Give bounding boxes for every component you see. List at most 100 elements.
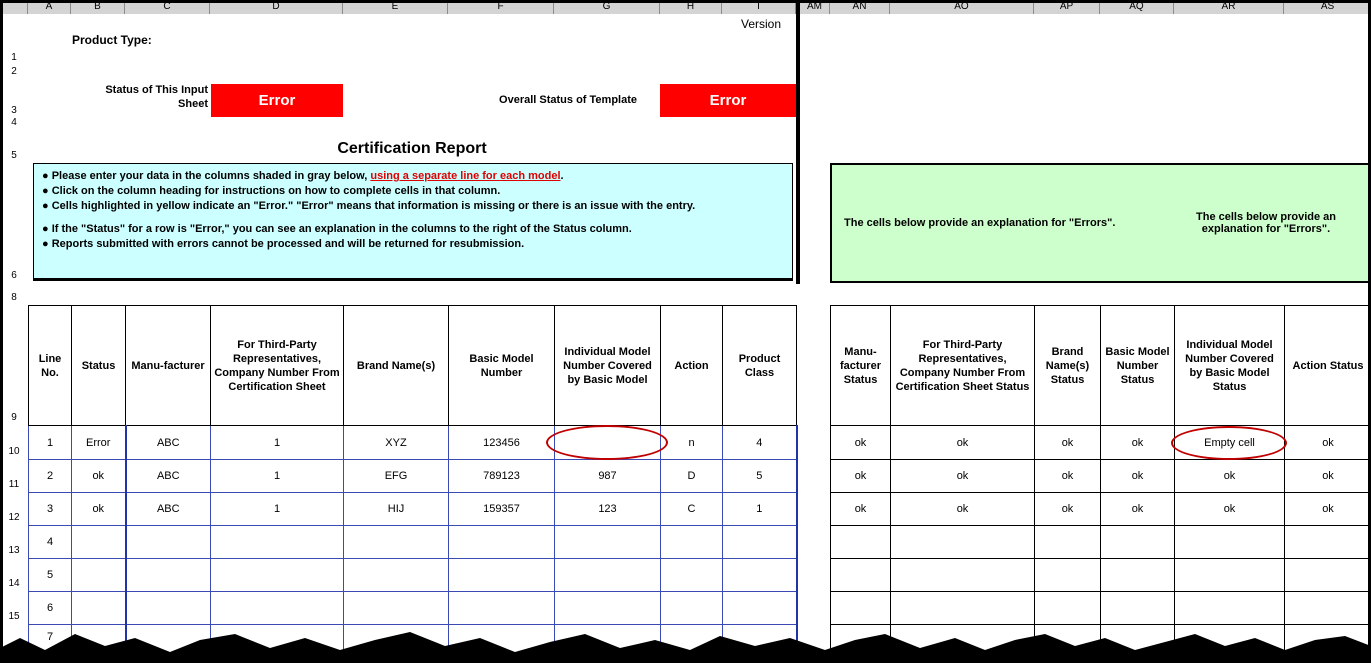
cell-action-status[interactable] [1285,526,1371,559]
row-header-2[interactable]: 2 [2,66,26,79]
column-header-AR[interactable]: AR [1174,0,1284,14]
column-header-AP[interactable]: AP [1034,0,1100,14]
row-header-8[interactable]: 8 [2,292,26,305]
column-header-AQ[interactable]: AQ [1100,0,1174,14]
cell-company-number-status[interactable] [891,559,1035,592]
cell-basic-model[interactable]: 123456 [449,426,555,460]
header-brand-name-status[interactable]: Brand Name(s) Status [1035,306,1101,426]
cell-company-number-status[interactable]: ok [891,493,1035,526]
column-header-AO[interactable]: AO [890,0,1034,14]
cell-basic-model-status[interactable] [1101,559,1175,592]
cell-line-no[interactable]: 4 [29,526,72,559]
cell-individual-model-status[interactable]: ok [1175,460,1285,493]
header-individual-model[interactable]: Individual Model Number Covered by Basic… [555,306,661,426]
cell-brand-name-status[interactable]: ok [1035,493,1101,526]
column-header-C[interactable]: C [125,0,210,14]
cell-brand-name[interactable] [344,559,449,592]
cell-brand-name[interactable] [344,592,449,625]
cell-status-error[interactable]: Error [72,426,126,460]
cell-action[interactable]: C [661,493,723,526]
cell-product-class[interactable]: 5 [723,460,797,493]
cell-line-no[interactable]: 6 [29,592,72,625]
cell-individual-model-status[interactable] [1175,592,1285,625]
cell-manufacturer-status[interactable] [831,526,891,559]
cell-action[interactable]: n [661,426,723,460]
cell-action-status[interactable] [1285,559,1371,592]
cell-manufacturer[interactable] [126,592,211,625]
cell-company-number[interactable] [211,526,344,559]
cell-status[interactable] [72,559,126,592]
cell-individual-model-status-empty[interactable]: Empty cell [1175,426,1285,460]
cell-product-class[interactable]: 1 [723,493,797,526]
cell-brand-name-status[interactable]: ok [1035,426,1101,460]
cell-individual-model-empty[interactable] [555,426,661,460]
column-header-I[interactable]: I [722,0,796,14]
header-manufacturer[interactable]: Manu-facturer [126,306,211,426]
cell-basic-model-status[interactable]: ok [1101,426,1175,460]
cell-individual-model-status[interactable] [1175,526,1285,559]
cell-individual-model[interactable] [555,559,661,592]
cell-status[interactable] [72,526,126,559]
cell-manufacturer-status[interactable]: ok [831,426,891,460]
column-header-AS[interactable]: AS [1284,0,1371,14]
cell-manufacturer-status[interactable] [831,559,891,592]
cell-basic-model-status[interactable] [1101,526,1175,559]
cell-company-number-status[interactable] [891,592,1035,625]
header-brand-name[interactable]: Brand Name(s) [344,306,449,426]
cell-company-number-status[interactable] [891,526,1035,559]
cell-manufacturer[interactable] [126,526,211,559]
cell-individual-model-status[interactable]: ok [1175,493,1285,526]
cell-brand-name-status[interactable] [1035,526,1101,559]
cell-brand-name-status[interactable]: ok [1035,460,1101,493]
cell-action-status[interactable]: ok [1285,426,1371,460]
cell-basic-model-status[interactable] [1101,592,1175,625]
cell-basic-model[interactable] [449,592,555,625]
header-action-status[interactable]: Action Status [1285,306,1371,426]
row-header-9[interactable]: 9 [2,412,26,425]
column-header-D[interactable]: D [210,0,343,14]
cell-individual-model-status[interactable] [1175,559,1285,592]
header-line-no[interactable]: Line No. [29,306,72,426]
column-header-H[interactable]: H [660,0,722,14]
cell-basic-model[interactable] [449,526,555,559]
column-header-E[interactable]: E [343,0,448,14]
cell-basic-model[interactable]: 789123 [449,460,555,493]
row-header-6[interactable]: 6 [2,270,26,283]
header-status[interactable]: Status [72,306,126,426]
cell-brand-name-status[interactable] [1035,559,1101,592]
cell-action-status[interactable]: ok [1285,493,1371,526]
cell-product-class[interactable]: 4 [723,426,797,460]
cell-manufacturer-status[interactable]: ok [831,460,891,493]
row-header-11[interactable]: 11 [2,479,26,492]
cell-basic-model[interactable]: 159357 [449,493,555,526]
column-header-AM[interactable]: AM [800,0,830,14]
cell-brand-name[interactable] [344,526,449,559]
header-product-class[interactable]: Product Class [723,306,797,426]
cell-company-number[interactable]: 1 [211,426,344,460]
select-all-corner[interactable] [0,0,28,14]
cell-individual-model[interactable]: 123 [555,493,661,526]
cell-action-status[interactable] [1285,592,1371,625]
cell-product-class[interactable] [723,592,797,625]
cell-line-no[interactable]: 2 [29,460,72,493]
cell-manufacturer[interactable]: ABC [126,426,211,460]
cell-brand-name[interactable]: HIJ [344,493,449,526]
cell-line-no[interactable]: 3 [29,493,72,526]
cell-company-number[interactable] [211,559,344,592]
cell-brand-name[interactable]: EFG [344,460,449,493]
cell-action-status[interactable]: ok [1285,460,1371,493]
column-header-F[interactable]: F [448,0,554,14]
cell-brand-name[interactable]: XYZ [344,426,449,460]
cell-status-ok[interactable]: ok [72,460,126,493]
cell-action[interactable] [661,559,723,592]
header-manufacturer-status[interactable]: Manu-facturer Status [831,306,891,426]
cell-company-number-status[interactable]: ok [891,426,1035,460]
cell-status-ok[interactable]: ok [72,493,126,526]
cell-company-number[interactable]: 1 [211,460,344,493]
header-basic-model-status[interactable]: Basic Model Number Status [1101,306,1175,426]
row-header-1[interactable]: 1 [2,52,26,65]
cell-company-number-status[interactable]: ok [891,460,1035,493]
column-header-G[interactable]: G [554,0,660,14]
column-header-A[interactable]: A [28,0,71,14]
row-header-15[interactable]: 15 [2,611,26,624]
